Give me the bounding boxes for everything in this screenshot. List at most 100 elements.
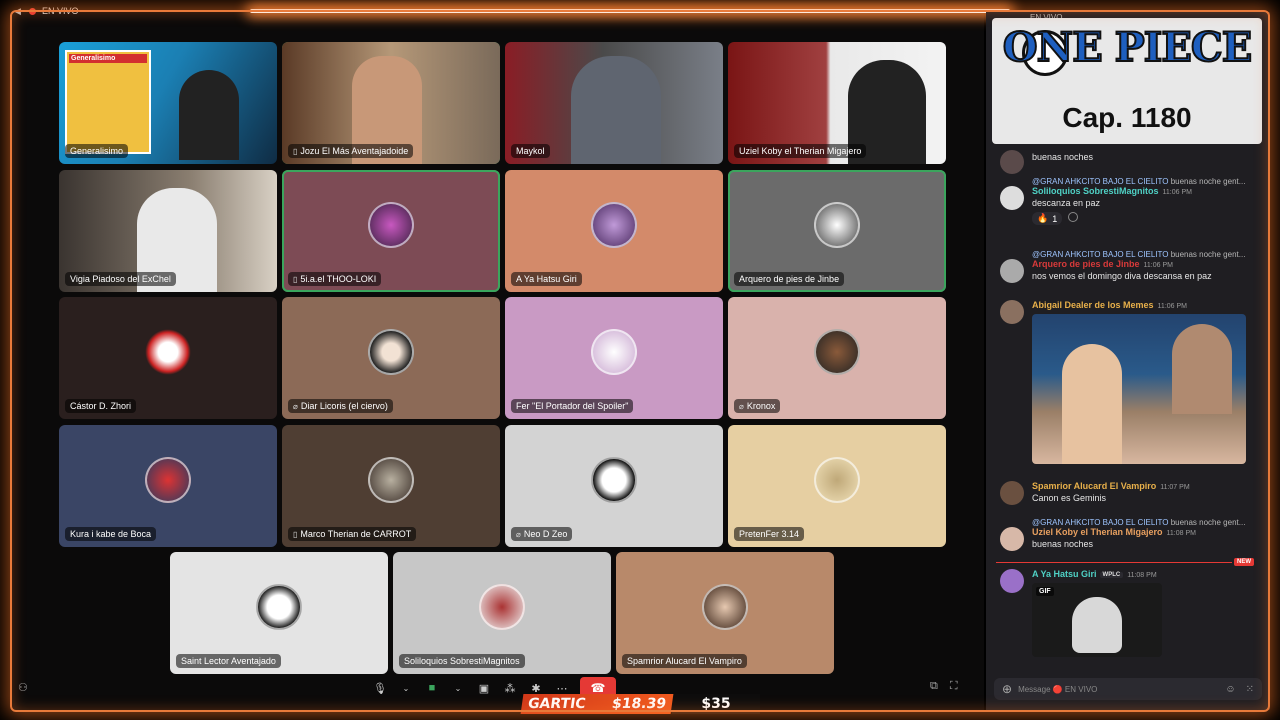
participant-name: Arquero de pies de Jinbe: [734, 272, 845, 286]
reaction-chip[interactable]: 🔥 1: [1032, 212, 1063, 225]
participant-tile[interactable]: A Ya Hatsu Giri: [505, 170, 723, 292]
avatar[interactable]: [1000, 481, 1024, 505]
gif-image[interactable]: GIF: [1032, 583, 1162, 657]
participant-tile[interactable]: Saint Lector Aventajado: [170, 552, 388, 674]
add-people-icon[interactable]: ⚇: [18, 681, 28, 694]
reply-preview[interactable]: @GRAN AHKCITO BAJO EL CIELITO buenas noc…: [996, 518, 1252, 527]
participant-tile[interactable]: ▯ 5i.a.el THOO-LOKI: [282, 170, 500, 292]
avatar[interactable]: [1000, 186, 1024, 210]
mic-muted-icon: ⌀: [516, 529, 521, 539]
fullscreen-icon[interactable]: ⛶: [950, 680, 958, 693]
message-author[interactable]: Uziel Koby el Therian Migajero 11:08 PM: [1032, 527, 1252, 537]
gartic-goal: GARTIC $18.39: [520, 694, 674, 714]
person-figure: [571, 56, 661, 164]
one-piece-overlay: ONE PIECE Cap. 1180: [992, 18, 1262, 144]
emoji-icon[interactable]: ☺: [1225, 684, 1235, 695]
reply-preview[interactable]: @GRAN AHKCITO BAJO EL CIELITO buenas noc…: [996, 250, 1252, 259]
message-author[interactable]: Soliloquios SobrestiMagnitos 11:06 PM: [1032, 186, 1252, 196]
participant-name: Spamrior Alucard El Vampiro: [622, 654, 747, 668]
participant-tile[interactable]: Soliloquios SobrestiMagnitos: [393, 552, 611, 674]
avatar: [814, 329, 860, 375]
activities-icon[interactable]: ⁂: [502, 680, 518, 696]
participant-tile[interactable]: ⌀ Kronox: [728, 297, 946, 419]
chat-message: A Ya Hatsu Giri WPLC 11:08 PM GIF: [996, 569, 1252, 657]
participant-tile[interactable]: ⌀ Diar Licoris (el ciervo): [282, 297, 500, 419]
participant-name: PretenFer 3.14: [734, 527, 805, 541]
video-tile[interactable]: ▯ Jozu El Más Aventajadoide: [282, 42, 500, 164]
avatar: [814, 202, 860, 248]
avatar: [368, 329, 414, 375]
participant-tile[interactable]: Fer "El Portador del Spoiler": [505, 297, 723, 419]
apps-icon[interactable]: ⁙: [1246, 684, 1254, 695]
fire-icon: 🔥: [1037, 213, 1049, 223]
new-messages-divider: [996, 562, 1232, 563]
participant-name: A Ya Hatsu Giri: [511, 272, 582, 286]
stage-actions: ⧉ ⛶: [930, 680, 958, 693]
participant-name: Soliloquios SobrestiMagnitos: [399, 654, 525, 668]
avatar[interactable]: [1000, 300, 1024, 324]
participant-name: ▯ 5i.a.el THOO-LOKI: [288, 272, 382, 286]
participant-name: Cástor D. Zhori: [65, 399, 137, 413]
participant-name: Saint Lector Aventajado: [176, 654, 281, 668]
participant-name: Generalisimo: [65, 144, 129, 158]
avatar: [368, 457, 414, 503]
camera-icon[interactable]: ■: [424, 680, 440, 696]
participant-tile[interactable]: Arquero de pies de Jinbe: [728, 170, 946, 292]
reply-preview[interactable]: @GRAN AHKCITO BAJO EL CIELITO buenas noc…: [996, 177, 1252, 186]
meme-image[interactable]: [1032, 314, 1246, 464]
message-author[interactable]: Spamrior Alucard El Vampiro 11:07 PM: [1032, 481, 1252, 491]
chat-message: buenas noches: [996, 150, 1252, 174]
participant-tile[interactable]: Kura i kabe de Boca: [59, 425, 277, 547]
avatar[interactable]: [1000, 527, 1024, 551]
video-tile[interactable]: Generalisimo Generalisimo: [59, 42, 277, 164]
one-piece-logo: ONE PIECE: [1002, 23, 1253, 72]
video-tile[interactable]: Maykol: [505, 42, 723, 164]
add-reaction-icon[interactable]: [1068, 211, 1079, 222]
chat-message: @GRAN AHKCITO BAJO EL CIELITO buenas noc…: [996, 518, 1252, 551]
popout-icon[interactable]: ⧉: [930, 680, 938, 693]
participant-tile[interactable]: ⌀ Neo D Zeo: [505, 425, 723, 547]
participant-name: Uziel Koby el Therian Migajero: [734, 144, 867, 158]
avatar: [1000, 150, 1024, 174]
chevron-down-icon[interactable]: ⌄: [450, 680, 466, 696]
avatar: [145, 457, 191, 503]
avatar[interactable]: [1000, 259, 1024, 283]
thumbnail-title: Generalisimo: [69, 54, 147, 63]
participant-name: ⌀ Neo D Zeo: [511, 527, 573, 541]
participant-name: Maykol: [511, 144, 550, 158]
person-figure: [1172, 324, 1232, 414]
avatar: [814, 457, 860, 503]
message-placeholder[interactable]: Message 🔴 EN VIVO: [1018, 685, 1097, 694]
message-author[interactable]: A Ya Hatsu Giri WPLC 11:08 PM: [1032, 569, 1252, 579]
mic-muted-icon: ⌀: [739, 401, 744, 411]
thumbnail-image: Generalisimo: [65, 50, 151, 154]
message-input[interactable]: ⊕ Message 🔴 EN VIVO ☺ ⁙: [994, 678, 1262, 700]
participant-tile[interactable]: ▯ Marco Therian de CARROT: [282, 425, 500, 547]
phone-icon: ▯: [293, 529, 298, 539]
gartic-amount: $18.39: [610, 696, 668, 712]
person-figure: [1062, 344, 1122, 464]
phone-icon: ▯: [293, 146, 298, 156]
participant-name: Fer "El Portador del Spoiler": [511, 399, 634, 413]
participant-name: ⌀ Kronox: [734, 399, 781, 413]
speaker-icon[interactable]: ◀: [14, 6, 23, 16]
microphone-icon[interactable]: 🎙: [372, 680, 388, 696]
avatar[interactable]: [1000, 569, 1024, 593]
avatar: [479, 584, 525, 630]
plus-icon[interactable]: ⊕: [1002, 682, 1012, 696]
message-author[interactable]: Arquero de pies de Jinbe 11:06 PM: [1032, 259, 1252, 269]
video-tile[interactable]: Vigia Piadoso del ExChel: [59, 170, 277, 292]
participant-tile[interactable]: PretenFer 3.14: [728, 425, 946, 547]
chat-message: @GRAN AHKCITO BAJO EL CIELITO buenas noc…: [996, 250, 1252, 283]
avatar: [145, 329, 191, 375]
chevron-down-icon[interactable]: ⌄: [398, 680, 414, 696]
participant-tile[interactable]: Spamrior Alucard El Vampiro: [616, 552, 834, 674]
chapter-label: Cap. 1180: [1062, 102, 1192, 133]
gartic-target: $35: [672, 694, 760, 714]
video-tile[interactable]: Uziel Koby el Therian Migajero: [728, 42, 946, 164]
screen-share-icon[interactable]: ▣: [476, 680, 492, 696]
participant-name: ⌀ Diar Licoris (el ciervo): [288, 399, 393, 413]
participant-tile[interactable]: Cástor D. Zhori: [59, 297, 277, 419]
chat-message: Abigail Dealer de los Memes 11:06 PM: [996, 300, 1252, 464]
message-author[interactable]: Abigail Dealer de los Memes 11:06 PM: [1032, 300, 1252, 310]
